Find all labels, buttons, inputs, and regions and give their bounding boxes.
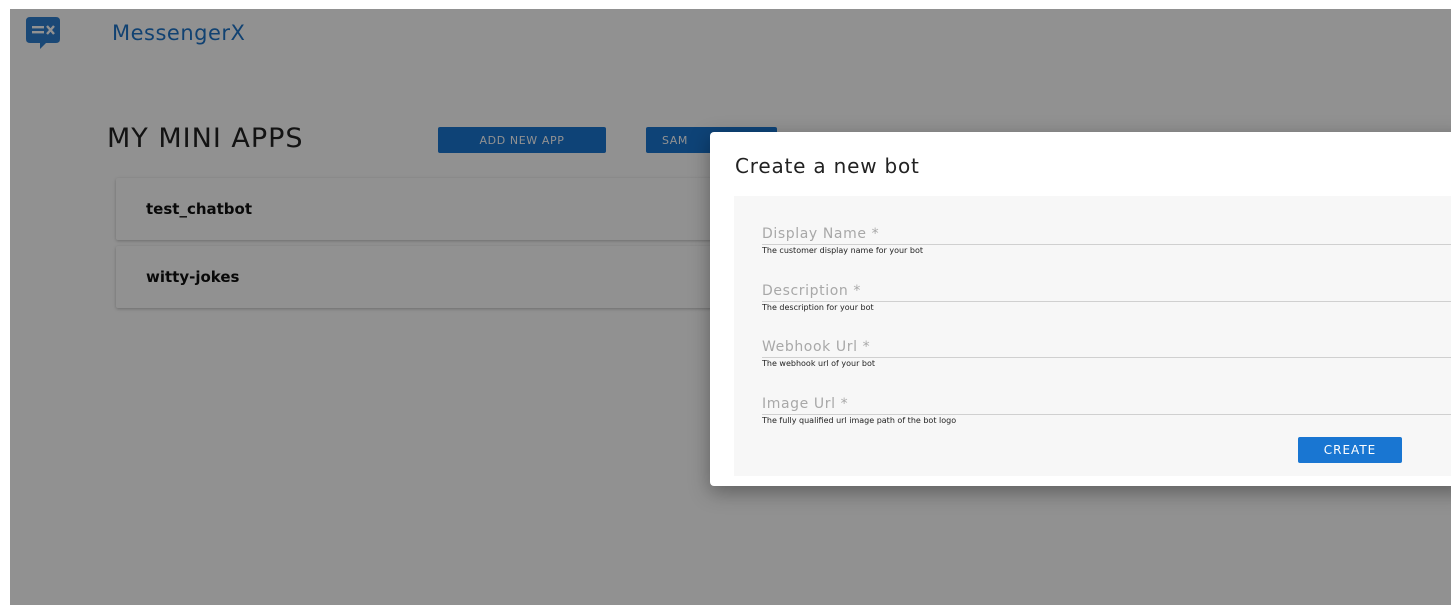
app-page: MessengerX MY MINI APPS ADD NEW APP SAM … (10, 9, 1451, 605)
description-helper: The description for your bot (762, 303, 874, 312)
description-field: The description for your bot (762, 281, 1451, 312)
display-name-field: The customer display name for your bot (762, 224, 1451, 255)
dialog-form: The customer display name for your bot T… (734, 196, 1451, 476)
image-url-helper: The fully qualified url image path of th… (762, 416, 957, 425)
webhook-url-helper: The webhook url of your bot (762, 359, 876, 368)
display-name-input[interactable] (762, 224, 1451, 245)
create-button[interactable]: CREATE (1298, 437, 1402, 463)
webhook-url-field: The webhook url of your bot (762, 337, 1451, 368)
display-name-helper: The customer display name for your bot (762, 246, 923, 255)
webhook-url-input[interactable] (762, 337, 1451, 358)
image-url-field: The fully qualified url image path of th… (762, 394, 1451, 425)
image-url-input[interactable] (762, 394, 1451, 415)
create-bot-dialog: Create a new bot The customer display na… (710, 132, 1451, 486)
description-input[interactable] (762, 281, 1451, 302)
dialog-title: Create a new bot (735, 154, 920, 178)
